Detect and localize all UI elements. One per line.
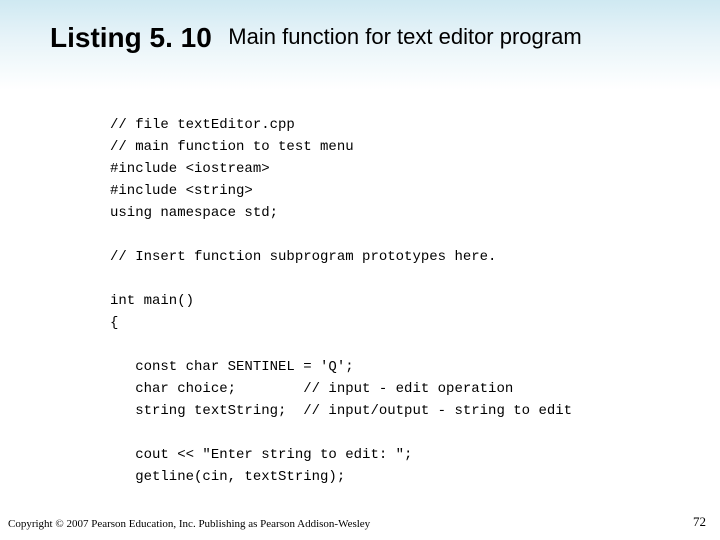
title-row: Listing 5. 10 Main function for text edi… — [0, 0, 720, 54]
code-listing: // file textEditor.cpp // main function … — [110, 114, 720, 488]
slide-content: Listing 5. 10 Main function for text edi… — [0, 0, 720, 488]
listing-caption: Main function for text editor program — [228, 24, 581, 49]
copyright-footer: Copyright © 2007 Pearson Education, Inc.… — [8, 518, 370, 530]
page-number: 72 — [693, 514, 706, 530]
listing-number: Listing 5. 10 — [50, 22, 212, 53]
